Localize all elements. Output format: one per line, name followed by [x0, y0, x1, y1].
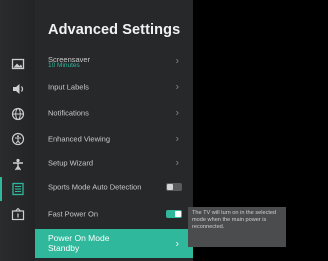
- menu-item-input-labels[interactable]: Input Labels ›: [35, 74, 193, 100]
- system-icon[interactable]: [9, 155, 27, 173]
- panel-title: Advanced Settings: [48, 22, 181, 38]
- chevron-right-icon: ›: [175, 81, 179, 93]
- settings-category-rail: [0, 0, 36, 261]
- menu-item-label: Notifications: [48, 108, 89, 118]
- network-icon[interactable]: [9, 105, 27, 123]
- sound-icon[interactable]: [9, 80, 27, 98]
- menu-item-label: Setup Wizard: [48, 158, 94, 168]
- chevron-right-icon: ›: [175, 238, 179, 249]
- menu-item-value: 10 Minutes: [48, 62, 80, 69]
- advanced-settings-panel: Advanced Settings Screensaver 10 Minutes…: [35, 0, 193, 261]
- support-icon[interactable]: [9, 205, 27, 223]
- menu-item-power-on-mode[interactable]: Power On Mode Standby ›: [35, 229, 193, 258]
- power-on-mode-label: Power On Mode: [48, 233, 110, 243]
- menu-item-fast-power-on[interactable]: Fast Power On: [35, 201, 193, 227]
- sports-mode-toggle[interactable]: [166, 183, 182, 191]
- menu-item-label: Power On Mode Standby: [48, 233, 109, 253]
- menu-item-screensaver[interactable]: Screensaver 10 Minutes ›: [35, 48, 193, 74]
- chevron-right-icon: ›: [175, 107, 179, 119]
- menu-item-sports-mode[interactable]: Sports Mode Auto Detection: [35, 174, 193, 200]
- menu-item-notifications[interactable]: Notifications ›: [35, 100, 193, 126]
- accessibility-icon[interactable]: [9, 130, 27, 148]
- menu-item-label: Input Labels: [48, 82, 89, 92]
- help-tooltip: The TV will turn on in the selected mode…: [188, 207, 286, 247]
- chevron-right-icon: ›: [175, 55, 179, 67]
- power-on-mode-value: Standby: [48, 243, 80, 253]
- picture-icon[interactable]: [9, 55, 27, 73]
- advanced-settings-icon[interactable]: [0, 177, 27, 201]
- menu-item-label: Enhanced Viewing: [48, 134, 110, 144]
- fast-power-on-toggle[interactable]: [166, 210, 182, 218]
- chevron-right-icon: ›: [175, 133, 179, 145]
- menu-item-label: Sports Mode Auto Detection: [48, 182, 142, 192]
- menu-item-enhanced-viewing[interactable]: Enhanced Viewing ›: [35, 126, 193, 152]
- chevron-right-icon: ›: [175, 157, 179, 169]
- menu-item-setup-wizard[interactable]: Setup Wizard ›: [35, 150, 193, 176]
- menu-item-label: Fast Power On: [48, 209, 99, 219]
